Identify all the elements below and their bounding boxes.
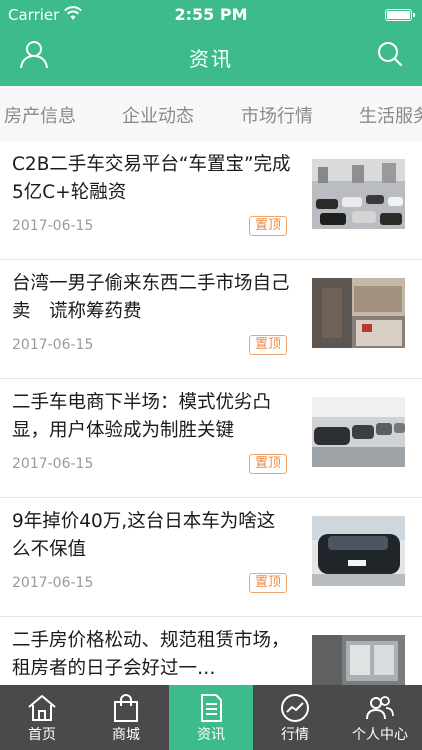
news-date: 2017-06-15	[12, 575, 94, 591]
news-item[interactable]: C2B二手车交易平台“车置宝”完成5亿C+轮融资 2017-06-15 置顶	[0, 141, 422, 260]
pinned-badge: 置顶	[249, 335, 287, 355]
shopping-bag-icon	[114, 694, 138, 722]
tabbar-news[interactable]: 资讯	[169, 685, 253, 750]
news-item[interactable]: 二手房价格松动、规范租赁市场，租房者的日子会好过一…	[0, 617, 422, 685]
tab-company-news[interactable]: 企业动态	[122, 102, 194, 128]
tabbar-home[interactable]: 首页	[0, 685, 84, 750]
tabbar-label: 行情	[281, 727, 309, 743]
news-date: 2017-06-15	[12, 337, 94, 353]
top-bar: Carrier 2:55 PM 资讯	[0, 0, 422, 86]
tab-market[interactable]: 市场行情	[241, 102, 313, 128]
bottom-tab-bar: 首页 商城 资讯 行情 个人中心	[0, 685, 422, 750]
news-thumbnail	[312, 516, 405, 586]
page-title: 资讯	[189, 47, 233, 71]
news-thumbnail	[312, 278, 405, 348]
status-time: 2:55 PM	[174, 5, 248, 24]
news-thumbnail	[312, 159, 405, 229]
tabbar-mall[interactable]: 商城	[84, 685, 168, 750]
search-icon[interactable]	[376, 40, 404, 68]
news-date: 2017-06-15	[12, 456, 94, 472]
tabbar-label: 商城	[112, 727, 140, 743]
news-title: 9年掉价40万,这台日本车为啥这么不保值	[12, 511, 276, 560]
pinned-badge: 置顶	[249, 454, 287, 474]
screen: Carrier 2:55 PM 资讯 房产信息 企业动态 市场行情 生活服务 C	[0, 0, 422, 750]
news-date: 2017-06-15	[12, 218, 94, 234]
tab-real-estate[interactable]: 房产信息	[4, 102, 76, 128]
trend-icon	[281, 694, 309, 722]
news-title: 台湾一男子偷来东西二手市场自己卖 谎称筹药费	[12, 273, 290, 322]
people-icon	[366, 696, 394, 720]
news-title: 二手房价格松动、规范租赁市场，租房者的日子会好过一…	[12, 630, 290, 679]
tab-life-services[interactable]: 生活服务	[359, 102, 422, 128]
news-title: 二手车电商下半场：模式优劣凸显，用户体验成为制胜关键	[12, 392, 272, 441]
news-item[interactable]: 9年掉价40万,这台日本车为啥这么不保值 2017-06-15 置顶	[0, 498, 422, 617]
tabbar-label: 资讯	[197, 727, 225, 743]
home-icon	[28, 695, 56, 721]
tabbar-label: 首页	[28, 727, 56, 743]
battery-icon	[385, 9, 415, 21]
news-thumbnail	[312, 635, 405, 685]
status-bar: Carrier 2:55 PM	[0, 0, 422, 30]
tabbar-profile[interactable]: 个人中心	[338, 685, 422, 750]
news-thumbnail	[312, 397, 405, 467]
news-list: C2B二手车交易平台“车置宝”完成5亿C+轮融资 2017-06-15 置顶 台…	[0, 141, 422, 685]
pinned-badge: 置顶	[249, 573, 287, 593]
tabbar-market[interactable]: 行情	[253, 685, 337, 750]
category-tabs: 房产信息 企业动态 市场行情 生活服务	[0, 86, 422, 141]
document-icon	[201, 694, 222, 722]
tabbar-label: 个人中心	[352, 727, 408, 743]
pinned-badge: 置顶	[249, 216, 287, 236]
news-item[interactable]: 台湾一男子偷来东西二手市场自己卖 谎称筹药费 2017-06-15 置顶	[0, 260, 422, 379]
news-title: C2B二手车交易平台“车置宝”完成5亿C+轮融资	[12, 154, 291, 203]
news-item[interactable]: 二手车电商下半场：模式优劣凸显，用户体验成为制胜关键 2017-06-15 置顶	[0, 379, 422, 498]
